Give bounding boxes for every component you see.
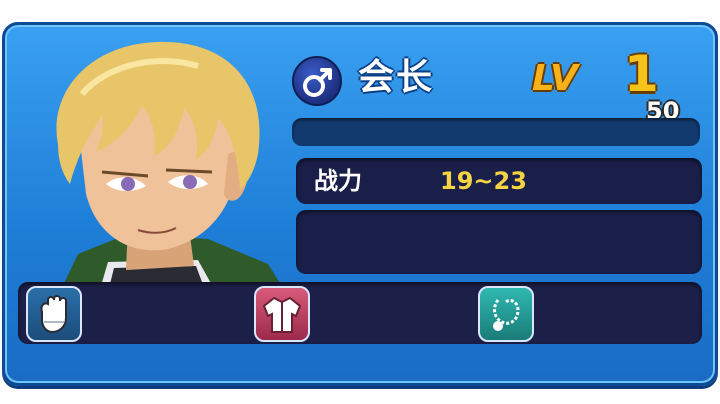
jacket-icon [262, 296, 302, 333]
info-panel [296, 210, 702, 274]
glove-icon [40, 295, 67, 334]
level-label: LV [532, 58, 578, 99]
equipment-slot-gloves[interactable] [26, 286, 82, 342]
character-name: 会长 [358, 57, 435, 98]
equipment-bar [18, 282, 702, 344]
combat-power-panel: 战力 19~23 [296, 158, 702, 204]
equipment-slot-accessory[interactable] [478, 286, 534, 342]
experience-bar [292, 118, 700, 146]
equipment-slot-armor[interactable] [254, 286, 310, 342]
male-symbol-icon [292, 56, 342, 106]
necklace-icon [493, 298, 520, 331]
combat-power-label: 战力 [314, 167, 362, 195]
combat-power-value: 19~23 [440, 167, 527, 195]
character-portrait [18, 34, 288, 296]
level-value: 1 [624, 45, 659, 103]
